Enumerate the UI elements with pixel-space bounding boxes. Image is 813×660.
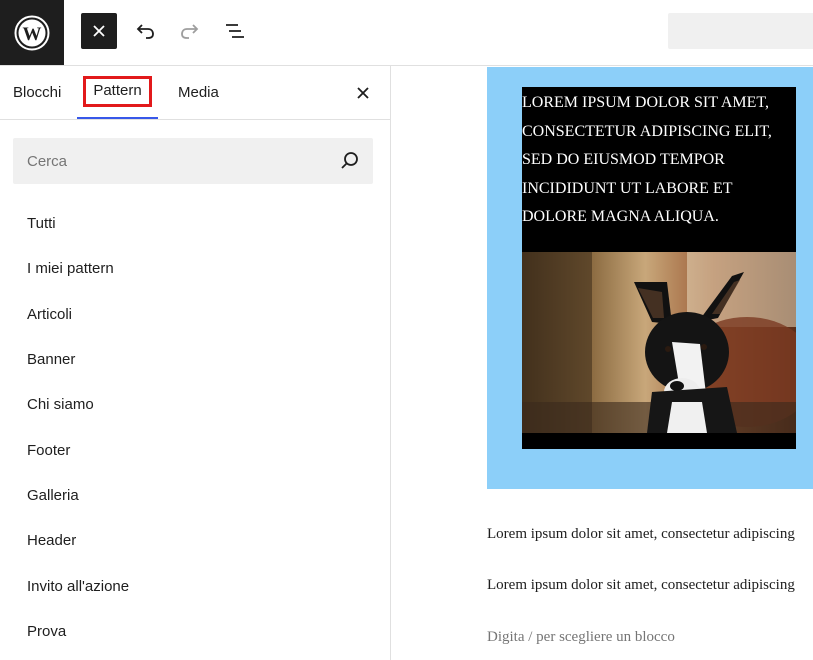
close-icon bbox=[93, 25, 105, 37]
category-item-prova[interactable]: Prova bbox=[0, 609, 390, 654]
tab-label: Pattern bbox=[83, 76, 152, 107]
tab-blocks[interactable]: Blocchi bbox=[13, 66, 61, 119]
pattern-search bbox=[13, 138, 373, 184]
category-label: Header bbox=[27, 532, 77, 550]
list-view-icon bbox=[226, 24, 244, 38]
undo-button[interactable] bbox=[127, 13, 163, 49]
group-block[interactable]: LOREM IPSUM DOLOR SIT AMET, CONSECTETUR … bbox=[522, 87, 796, 449]
cover-heading-text[interactable]: LOREM IPSUM DOLOR SIT AMET, CONSECTETUR … bbox=[522, 89, 792, 232]
svg-text:W: W bbox=[23, 24, 42, 45]
category-label: Footer bbox=[27, 441, 71, 459]
category-label: Tutti bbox=[27, 215, 56, 233]
list-view-button[interactable] bbox=[217, 13, 253, 49]
tab-label: Media bbox=[178, 84, 219, 101]
tab-label: Blocchi bbox=[13, 84, 62, 101]
dog-photo-image bbox=[522, 252, 796, 433]
editor-top-toolbar: W bbox=[0, 0, 813, 66]
category-item-my-patterns[interactable]: I miei pattern bbox=[0, 246, 390, 291]
undo-icon bbox=[136, 24, 154, 39]
category-label: Invito all'azione bbox=[27, 577, 130, 595]
category-item-footer[interactable]: Footer bbox=[0, 427, 390, 472]
tab-pattern[interactable]: Pattern bbox=[77, 66, 158, 119]
category-item-galleria[interactable]: Galleria bbox=[0, 473, 390, 518]
category-item-articoli[interactable]: Articoli bbox=[0, 292, 390, 337]
category-item-banner[interactable]: Banner bbox=[0, 337, 390, 382]
category-item-call-to-action[interactable]: Invito all'azione bbox=[0, 563, 390, 608]
tab-media[interactable]: Media bbox=[178, 66, 219, 119]
cover-block[interactable]: LOREM IPSUM DOLOR SIT AMET, CONSECTETUR … bbox=[487, 67, 813, 489]
category-label: Articoli bbox=[27, 305, 73, 323]
category-label: Banner bbox=[27, 351, 76, 369]
redo-icon bbox=[181, 24, 199, 39]
redo-button[interactable] bbox=[172, 13, 208, 49]
category-item-tutti[interactable]: Tutti bbox=[0, 201, 390, 246]
close-panel-button[interactable] bbox=[351, 81, 375, 105]
close-icon bbox=[357, 87, 369, 99]
close-inserter-button[interactable] bbox=[81, 13, 117, 49]
search-icon[interactable] bbox=[339, 150, 361, 172]
category-label: Prova bbox=[27, 622, 67, 640]
inserter-tabs: Blocchi Pattern Media bbox=[0, 66, 390, 120]
search-input[interactable] bbox=[13, 138, 333, 184]
category-label: I miei pattern bbox=[27, 260, 114, 278]
category-label: Chi siamo bbox=[27, 396, 94, 414]
default-block-appender[interactable]: Digita / per scegliere un blocco bbox=[487, 629, 675, 646]
category-item-chi-siamo[interactable]: Chi siamo bbox=[0, 382, 390, 427]
block-inserter-panel: Blocchi Pattern Media Tutti I miei patte… bbox=[0, 66, 391, 660]
wordpress-logo-icon: W bbox=[14, 15, 50, 50]
wordpress-logo-button[interactable]: W bbox=[0, 0, 64, 65]
editor-canvas: LOREM IPSUM DOLOR SIT AMET, CONSECTETUR … bbox=[392, 66, 813, 660]
category-label: Galleria bbox=[27, 486, 79, 504]
category-item-header[interactable]: Header bbox=[0, 518, 390, 563]
paragraph-block[interactable]: Lorem ipsum dolor sit amet, consectetur … bbox=[487, 577, 795, 594]
paragraph-block[interactable]: Lorem ipsum dolor sit amet, consectetur … bbox=[487, 526, 795, 543]
image-block[interactable] bbox=[522, 252, 796, 433]
pattern-category-list: Tutti I miei pattern Articoli Banner Chi… bbox=[0, 201, 390, 654]
command-palette-box[interactable] bbox=[668, 13, 813, 49]
